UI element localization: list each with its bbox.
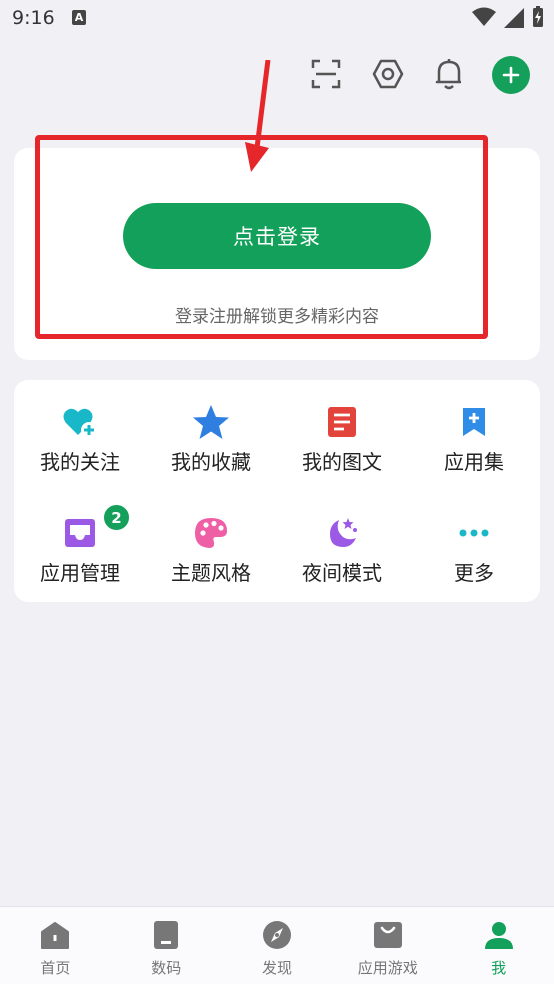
menu-label: 应用集 xyxy=(444,450,504,474)
status-time: 9:16 xyxy=(12,7,55,29)
menu-label: 主题风格 xyxy=(171,561,251,585)
menu-item-follow[interactable]: 我的关注 xyxy=(25,380,135,474)
nav-item-home[interactable]: 首页 xyxy=(0,907,111,984)
menu-label: 夜间模式 xyxy=(302,561,382,585)
login-hint: 登录注册解锁更多精彩内容 xyxy=(175,307,379,327)
menu-label: 更多 xyxy=(454,561,494,585)
battery-icon xyxy=(533,6,543,27)
person-icon xyxy=(483,919,515,951)
menu-item-theme[interactable]: 主题风格 xyxy=(156,491,266,585)
device-icon xyxy=(150,919,182,951)
plus-icon xyxy=(502,66,520,84)
menu-item-more[interactable]: 更多 xyxy=(419,491,529,585)
more-dots-icon xyxy=(454,513,494,553)
status-bar: 9:16 A xyxy=(0,0,554,38)
notification-a-icon: A xyxy=(72,10,86,25)
nav-label: 首页 xyxy=(40,959,71,977)
compass-icon xyxy=(261,919,293,951)
notification-badge: 2 xyxy=(102,503,131,532)
home-icon xyxy=(39,919,71,951)
scan-icon[interactable] xyxy=(304,52,348,96)
palette-icon xyxy=(191,513,231,553)
heart-plus-icon xyxy=(60,402,100,442)
menu-item-collections[interactable]: 应用集 xyxy=(419,380,529,474)
menu-label: 应用管理 xyxy=(40,561,120,585)
bookmark-plus-icon xyxy=(454,402,494,442)
nav-item-apps-games[interactable]: 应用游戏 xyxy=(332,907,443,984)
signal-icon xyxy=(504,8,524,28)
moon-star-icon xyxy=(322,513,362,553)
nav-label: 发现 xyxy=(261,959,292,977)
menu-item-posts[interactable]: 我的图文 xyxy=(287,380,397,474)
menu-item-night-mode[interactable]: 夜间模式 xyxy=(287,491,397,585)
menu-label: 我的关注 xyxy=(40,450,120,474)
bell-icon[interactable] xyxy=(427,52,471,96)
menu-label: 我的图文 xyxy=(302,450,382,474)
nav-label: 我 xyxy=(491,959,507,977)
wifi-icon xyxy=(472,7,496,26)
nav-item-discover[interactable]: 发现 xyxy=(222,907,333,984)
nav-item-digital[interactable]: 数码 xyxy=(111,907,222,984)
nav-label: 数码 xyxy=(151,959,182,977)
login-button[interactable]: 点击登录 xyxy=(123,203,431,269)
inbox-icon xyxy=(60,513,100,553)
add-button[interactable] xyxy=(492,56,530,94)
red-arrow-annotation xyxy=(245,60,271,172)
menu-label: 我的收藏 xyxy=(171,450,251,474)
menu-item-favorites[interactable]: 我的收藏 xyxy=(156,380,266,474)
document-icon xyxy=(322,402,362,442)
status-icons xyxy=(472,6,544,28)
nav-item-me[interactable]: 我 xyxy=(443,907,554,984)
star-icon xyxy=(191,402,231,442)
settings-icon[interactable] xyxy=(366,52,410,96)
bottom-nav: 首页 数码 发现 应用游戏 我 xyxy=(0,906,554,984)
bag-icon xyxy=(372,919,404,951)
nav-label: 应用游戏 xyxy=(357,959,418,977)
